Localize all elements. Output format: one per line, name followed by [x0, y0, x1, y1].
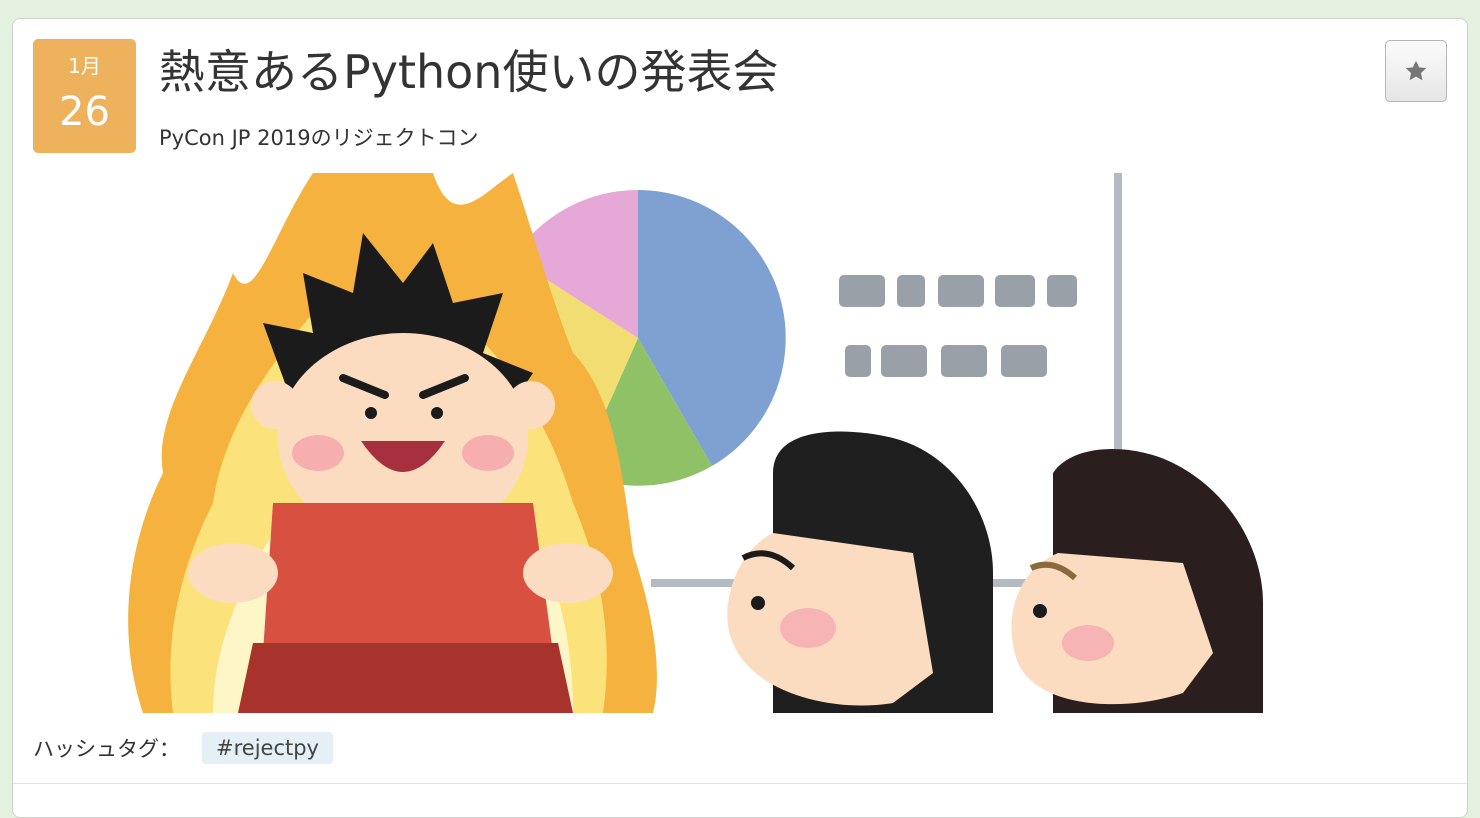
date-month: 1月 [68, 54, 101, 78]
event-subtitle: PyCon JP 2019のリジェクトコン [159, 126, 479, 150]
hashtag-row: ハッシュタグ： #rejectpy [33, 731, 333, 765]
hashtag-label: ハッシュタグ： [33, 737, 180, 761]
date-badge: 1月 26 [33, 39, 136, 153]
divider [13, 783, 1467, 784]
event-card: 1月 26 熱意あるPython使いの発表会 PyCon JP 2019のリジェ… [12, 18, 1468, 818]
hashtag-link[interactable]: #rejectpy [202, 732, 333, 764]
star-icon [1405, 60, 1427, 81]
event-banner-image[interactable] [13, 173, 1467, 713]
date-day: 26 [59, 89, 110, 135]
illustration-passionate-presenter [128, 173, 1263, 713]
bookmark-button[interactable] [1385, 40, 1447, 102]
event-title[interactable]: 熱意あるPython使いの発表会 [159, 41, 778, 103]
